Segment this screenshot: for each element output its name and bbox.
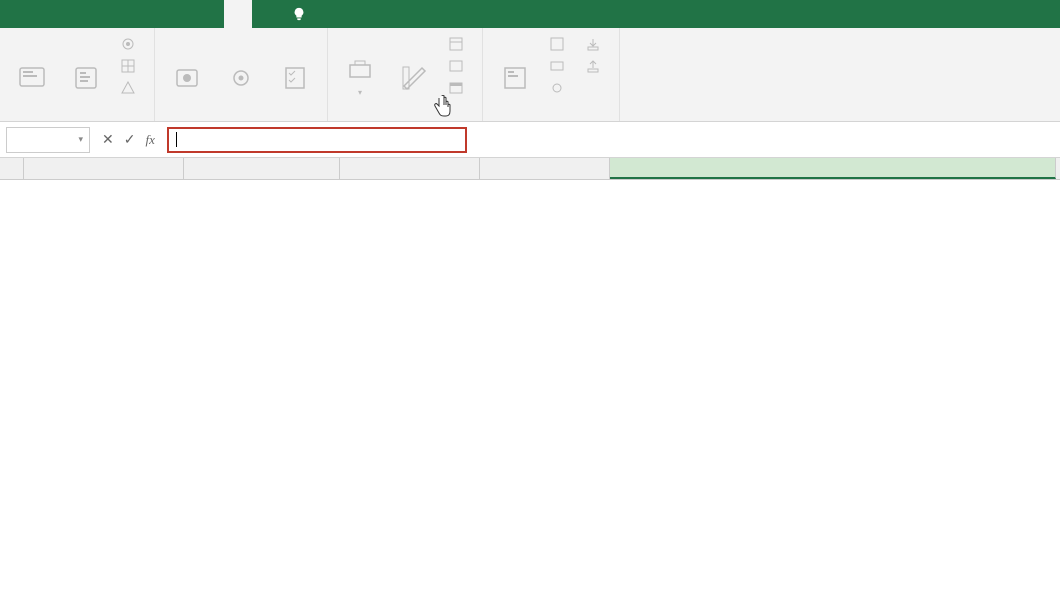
refresh-icon	[550, 81, 564, 95]
chevron-down-icon: ▾	[78, 134, 83, 145]
tab-help[interactable]	[252, 0, 280, 28]
ruler-pencil-icon	[400, 64, 428, 92]
pack-icon	[550, 59, 564, 73]
group-label-controls	[336, 115, 474, 119]
properties-icon	[449, 37, 463, 51]
export-button[interactable]	[581, 56, 611, 76]
relative-refs-button[interactable]	[116, 56, 146, 76]
group-label-xml	[491, 115, 611, 119]
col-header-C[interactable]	[340, 158, 480, 179]
group-label-code	[8, 115, 146, 119]
col-header-A[interactable]	[24, 158, 184, 179]
column-headers	[0, 158, 1060, 180]
addins-button[interactable]	[163, 32, 211, 98]
group-addins	[155, 28, 328, 121]
group-label-addins	[163, 115, 319, 119]
checklist-icon	[281, 64, 309, 92]
ribbon-tabs	[0, 0, 1060, 28]
refresh-data-button[interactable]	[545, 78, 575, 98]
tab-insert[interactable]	[56, 0, 84, 28]
gear-icon	[227, 64, 255, 92]
visual-basic-icon	[18, 64, 46, 92]
lightbulb-icon	[292, 7, 306, 21]
grid-icon	[121, 59, 135, 73]
expansion-packs-button[interactable]	[545, 56, 575, 76]
tab-data[interactable]	[140, 0, 168, 28]
formula-bar: ▾ ✕ ✓ fx	[0, 122, 1060, 158]
toolbox-icon	[346, 55, 374, 83]
record-icon	[121, 37, 135, 51]
tab-home[interactable]	[28, 0, 56, 28]
warning-icon	[121, 81, 135, 95]
tab-pagelayout[interactable]	[84, 0, 112, 28]
enter-formula-button[interactable]: ✓	[124, 131, 136, 148]
spreadsheet-grid	[0, 158, 1060, 180]
macros-icon	[72, 64, 100, 92]
formula-input[interactable]	[167, 127, 467, 153]
addins-icon	[173, 64, 201, 92]
map-properties-button[interactable]	[545, 34, 575, 54]
tab-review[interactable]	[168, 0, 196, 28]
tab-view[interactable]	[196, 0, 224, 28]
properties-button[interactable]	[444, 34, 474, 54]
group-controls: ▾	[328, 28, 483, 121]
excel-addins-button[interactable]	[217, 32, 265, 98]
fx-icon[interactable]: fx	[145, 132, 154, 148]
run-dialog-button[interactable]	[444, 78, 474, 98]
chevron-down-icon: ▾	[358, 89, 362, 98]
code-icon	[449, 59, 463, 73]
name-box[interactable]: ▾	[6, 127, 90, 153]
tab-formulas[interactable]	[112, 0, 140, 28]
source-icon	[501, 64, 529, 92]
col-header-B[interactable]	[184, 158, 340, 179]
tell-me[interactable]	[280, 0, 324, 28]
import-icon	[586, 37, 600, 51]
map-icon	[550, 37, 564, 51]
view-code-button[interactable]	[444, 56, 474, 76]
insert-control-button[interactable]: ▾	[336, 32, 384, 98]
cancel-formula-button[interactable]: ✕	[102, 131, 114, 148]
col-header-E[interactable]	[610, 158, 1056, 179]
dialog-icon	[449, 81, 463, 95]
com-addins-button[interactable]	[271, 32, 319, 98]
import-button[interactable]	[581, 34, 611, 54]
group-xml	[483, 28, 620, 121]
select-all-corner[interactable]	[0, 158, 24, 179]
design-mode-button[interactable]	[390, 32, 438, 98]
visual-basic-button[interactable]	[8, 32, 56, 98]
export-icon	[586, 59, 600, 73]
macros-button[interactable]	[62, 32, 110, 98]
col-header-D[interactable]	[480, 158, 610, 179]
ribbon-content: ▾	[0, 28, 1060, 122]
macro-security-button[interactable]	[116, 78, 146, 98]
group-code	[0, 28, 155, 121]
source-button[interactable]	[491, 32, 539, 98]
record-macro-button[interactable]	[116, 34, 146, 54]
tab-file[interactable]	[0, 0, 28, 28]
tab-developer[interactable]	[224, 0, 252, 28]
